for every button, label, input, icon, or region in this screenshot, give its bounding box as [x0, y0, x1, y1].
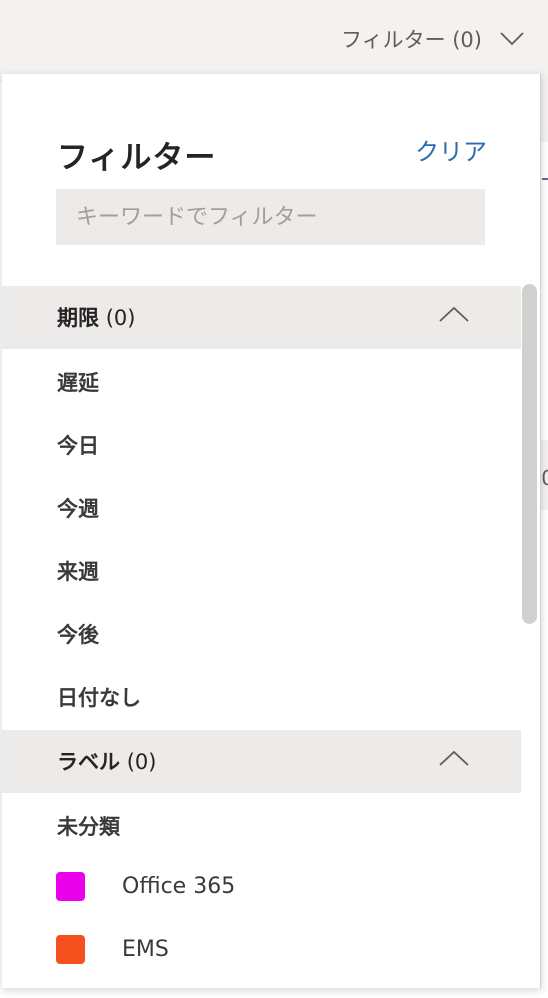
due-section-title: 期限 (0)	[57, 306, 136, 330]
label-option-ems[interactable]: EMS	[56, 935, 169, 964]
clear-filters-link[interactable]: クリア	[415, 132, 487, 167]
chevron-down-icon	[500, 32, 524, 46]
label-option-name: Office 365	[122, 874, 236, 899]
due-option-this-week[interactable]: 今週	[57, 493, 99, 523]
background-pane-edge	[540, 82, 548, 142]
due-option-no-date[interactable]: 日付なし	[57, 682, 141, 712]
background-partial-text: 0	[541, 466, 548, 490]
label-color-swatch	[56, 872, 85, 901]
labels-section-title: ラベル (0)	[57, 750, 157, 774]
panel-scrollbar[interactable]	[522, 284, 537, 624]
due-option-today[interactable]: 今日	[57, 430, 99, 460]
background-tab-underline	[542, 178, 548, 180]
panel-title: フィルター	[57, 140, 217, 176]
due-option-overdue[interactable]: 遅延	[57, 367, 99, 397]
label-color-swatch	[56, 935, 85, 964]
label-option-name: EMS	[122, 937, 169, 962]
top-toolbar: フィルター (0)	[0, 0, 548, 82]
due-option-next-week[interactable]: 来週	[57, 556, 99, 586]
filter-panel: フィルター クリア 期限 (0) 遅延 今日 今週 来週 今後 日付なし ラベル…	[2, 74, 541, 988]
chevron-up-icon	[439, 306, 469, 322]
label-option-office-365[interactable]: Office 365	[56, 872, 235, 901]
label-option-uncategorized[interactable]: 未分類	[57, 811, 120, 841]
labels-section-header[interactable]: ラベル (0)	[2, 730, 521, 793]
due-option-future[interactable]: 今後	[57, 619, 99, 649]
filter-toggle-label: フィルター (0)	[340, 28, 482, 52]
chevron-up-icon	[439, 750, 469, 766]
due-section-header[interactable]: 期限 (0)	[2, 286, 521, 349]
keyword-filter-input[interactable]	[56, 189, 485, 245]
filter-toggle-button[interactable]: フィルター (0)	[341, 24, 524, 54]
